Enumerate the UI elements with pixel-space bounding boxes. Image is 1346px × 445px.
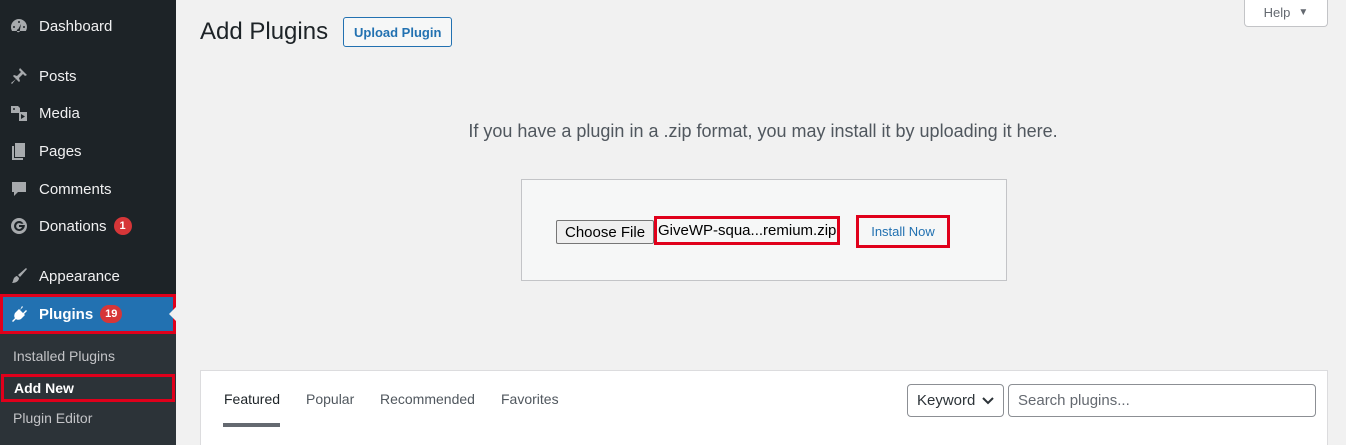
dashboard-icon: [8, 15, 30, 37]
upload-plugin-button[interactable]: Upload Plugin: [343, 17, 453, 47]
sidebar-item-label: Posts: [39, 67, 77, 85]
paintbrush-icon: [8, 265, 30, 287]
caret-down-icon: ▼: [1298, 7, 1309, 18]
tab-recommended[interactable]: Recommended: [380, 391, 475, 407]
sidebar-item-comments[interactable]: Comments: [0, 171, 176, 207]
pages-icon: [8, 140, 30, 162]
tab-favorites[interactable]: Favorites: [501, 391, 559, 407]
plugin-filter-bar: Featured Popular Recommended Favorites K…: [200, 370, 1328, 445]
help-tab-button[interactable]: Help ▼: [1244, 0, 1328, 27]
upload-instructions: If you have a plugin in a .zip format, y…: [468, 121, 1058, 141]
sidebar-item-dashboard[interactable]: Dashboard: [0, 8, 176, 44]
choose-file-button[interactable]: Choose File: [556, 220, 655, 244]
update-count-badge: 19: [100, 305, 123, 323]
sidebar-item-label: Comments: [39, 180, 112, 198]
selected-file-name: GiveWP-squa...remium.zip: [654, 216, 841, 245]
plugins-submenu: Installed Plugins Add New Plugin Editor: [0, 334, 176, 445]
submenu-installed-plugins[interactable]: Installed Plugins: [0, 342, 176, 370]
comment-icon: [8, 178, 30, 200]
install-now-button[interactable]: Install Now: [856, 215, 950, 248]
help-label: Help: [1263, 5, 1291, 20]
sidebar-item-appearance[interactable]: Appearance: [0, 258, 176, 294]
media-icon: [8, 102, 30, 124]
sidebar-item-donations[interactable]: Donations 1: [0, 208, 176, 244]
tab-popular[interactable]: Popular: [306, 391, 354, 407]
pushpin-icon: [8, 65, 30, 87]
search-plugins-input[interactable]: [1008, 384, 1316, 417]
sidebar-item-label: Dashboard: [39, 17, 113, 35]
admin-sidebar: Dashboard Posts Media Pages Comments Don…: [0, 0, 176, 445]
sidebar-item-label: Appearance: [39, 267, 120, 285]
upload-form: Choose File GiveWP-squa...remium.zip Ins…: [521, 179, 1007, 281]
chevron-down-icon: [982, 397, 994, 405]
sidebar-item-label: Media: [39, 104, 80, 122]
tab-featured[interactable]: Featured: [224, 391, 280, 407]
sidebar-item-label: Donations: [39, 217, 107, 235]
search-type-value: Keyword: [917, 392, 976, 409]
plugin-icon: [8, 303, 30, 325]
sidebar-item-media[interactable]: Media: [0, 95, 176, 131]
current-tab-indicator: [223, 423, 280, 427]
sidebar-item-posts[interactable]: Posts: [0, 58, 176, 94]
notification-badge: 1: [113, 217, 132, 235]
sidebar-item-label: Plugins: [39, 305, 94, 323]
give-icon: [8, 215, 30, 237]
sidebar-item-label: Pages: [39, 142, 82, 160]
search-type-select[interactable]: Keyword: [907, 384, 1004, 417]
sidebar-item-plugins[interactable]: Plugins 19: [0, 294, 176, 334]
submenu-add-new[interactable]: Add New: [1, 374, 175, 402]
active-indicator: [169, 307, 176, 321]
sidebar-item-pages[interactable]: Pages: [0, 133, 176, 169]
page-title: Add Plugins: [200, 18, 329, 45]
submenu-plugin-editor[interactable]: Plugin Editor: [0, 404, 176, 432]
